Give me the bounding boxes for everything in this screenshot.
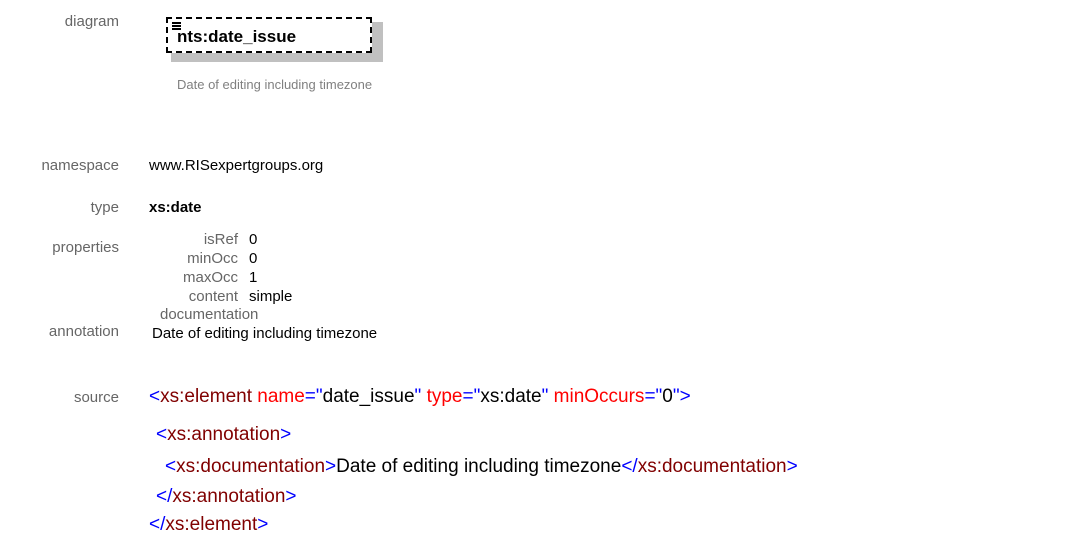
namespace-label: namespace	[41, 157, 119, 174]
source-label: source	[73, 389, 119, 406]
xml-tag-name: xs:annotation	[167, 424, 281, 445]
property-key: minOcc	[187, 250, 238, 267]
source-line-annotation-open: <xs:annotation>	[156, 424, 292, 445]
source-line-annotation-close: </xs:annotation>	[156, 486, 297, 507]
property-value: simple	[249, 288, 293, 305]
xml-attr-value: date_issue	[322, 386, 415, 407]
property-value: 1	[249, 269, 258, 286]
annotation-label: annotation	[48, 323, 119, 340]
property-key: maxOcc	[182, 269, 238, 286]
type-label: type	[90, 199, 119, 216]
element-diagram-name: nts:date_issue	[177, 27, 297, 46]
xml-text-content: Date of editing including timezone	[336, 456, 622, 477]
property-value: 0	[249, 231, 258, 248]
properties-label: properties	[52, 239, 119, 256]
property-key: isRef	[203, 231, 238, 248]
xml-tag-name: xs:annotation	[172, 486, 286, 507]
annotation-text: Date of editing including timezone	[152, 325, 378, 342]
namespace-value: www.RISexpertgroups.org	[149, 157, 324, 174]
source-line-documentation: <xs:documentation>Date of editing includ…	[165, 456, 798, 477]
xml-tag-name: xs:element	[165, 514, 258, 535]
source-line-element-open: <xs:element name="date_issue" type="xs:d…	[149, 386, 691, 407]
xml-tag-name: xs:documentation	[637, 456, 787, 477]
xml-attr-name: type	[426, 386, 463, 407]
element-diagram-rect: nts:date_issue	[166, 17, 372, 53]
type-value[interactable]: xs:date	[149, 199, 202, 216]
xml-tag-name: xs:element	[160, 386, 252, 407]
diagram-label: diagram	[64, 13, 119, 30]
xml-attr-name: minOccurs	[553, 386, 645, 407]
property-key: content	[188, 288, 238, 305]
xml-attr-name: name	[257, 386, 305, 407]
xml-attr-value: xs:date	[480, 386, 542, 407]
element-diagram-documentation: Date of editing including timezone	[177, 77, 373, 92]
xml-attr-value: 0	[662, 386, 673, 407]
xml-tag-name: xs:documentation	[176, 456, 326, 477]
annotation-heading: documentation	[160, 306, 259, 323]
element-diagram-box[interactable]: nts:date_issue	[166, 17, 383, 63]
property-value: 0	[249, 250, 258, 267]
